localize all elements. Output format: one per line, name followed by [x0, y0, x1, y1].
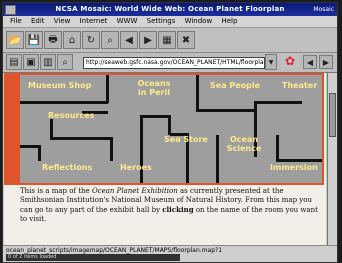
nav-back-icon[interactable]: ◀	[303, 55, 317, 69]
browser-window: NCSA Mosaic: World Wide Web: Ocean Plane…	[2, 2, 338, 263]
url-bar: ▤ ▣ ▥ ⌕ http://seaweb.gsfc.nasa.gov/OCEA…	[3, 53, 337, 73]
menu-help[interactable]: Help	[221, 17, 237, 25]
load-images-icon[interactable]: ▦	[158, 31, 176, 49]
url-dropdown-icon[interactable]: ▼	[265, 54, 277, 70]
wall	[50, 137, 112, 140]
status-bar: ocean_planet_scripts/imagemap/OCEAN_PLAN…	[3, 245, 337, 262]
menu-window[interactable]: Window	[185, 17, 213, 25]
floorplan-map[interactable]: Museum Shop Oceans in Peril Sea People T…	[18, 73, 324, 185]
wall	[20, 145, 40, 148]
room-oceans-in-peril[interactable]: Oceans in Peril	[134, 79, 174, 97]
title-bar: NCSA Mosaic: World Wide Web: Ocean Plane…	[3, 3, 337, 16]
wall	[20, 101, 108, 104]
bookmark-icon[interactable]: ▥	[40, 54, 56, 70]
vertical-scrollbar[interactable]	[327, 73, 337, 245]
wall	[276, 135, 279, 161]
save-doc-icon[interactable]: ▣	[23, 54, 39, 70]
map-description: This is a map of the Ocean Planet Exhibi…	[20, 187, 320, 224]
reload-icon[interactable]: ↻	[82, 31, 100, 49]
wall	[140, 115, 143, 183]
document-icon: ▤	[6, 54, 22, 70]
wall	[276, 159, 322, 162]
menu-bar: File Edit View Internet WWW Settings Win…	[3, 16, 337, 28]
wall	[106, 75, 109, 103]
room-theater[interactable]: Theater	[282, 81, 317, 90]
window-title: NCSA Mosaic: World Wide Web: Ocean Plane…	[55, 5, 285, 13]
menu-edit[interactable]: Edit	[31, 17, 45, 25]
wall	[50, 119, 53, 139]
room-sea-people[interactable]: Sea People	[210, 81, 260, 90]
menu-internet[interactable]: Internet	[80, 17, 108, 25]
menu-view[interactable]: View	[54, 17, 71, 25]
room-heroes[interactable]: Heroes	[120, 163, 152, 172]
menu-settings[interactable]: Settings	[147, 17, 176, 25]
room-immersion[interactable]: Immersion	[270, 163, 318, 172]
search-icon[interactable]: ⌕	[57, 54, 73, 70]
wall	[168, 115, 171, 135]
open-icon[interactable]: 📂	[6, 31, 24, 49]
room-museum-shop[interactable]: Museum Shop	[28, 81, 91, 90]
wall	[196, 109, 256, 112]
find-icon[interactable]: ⌕	[101, 31, 119, 49]
room-ocean-science[interactable]: Ocean Science	[224, 135, 264, 153]
wall	[256, 101, 302, 104]
map-frame-left	[4, 73, 18, 185]
window-title-right: Mosaic	[313, 6, 334, 13]
back-icon[interactable]: ◀	[120, 31, 138, 49]
menu-www[interactable]: WWW	[117, 17, 138, 25]
url-input[interactable]: http://seaweb.gsfc.nasa.gov/OCEAN_PLANET…	[83, 57, 265, 69]
status-progress: 0 of 2 items loaded	[6, 254, 180, 261]
wall	[110, 137, 113, 161]
description-prefix: This is a map of the	[20, 187, 92, 195]
wall	[140, 115, 170, 118]
scrollbar-thumb[interactable]	[329, 93, 336, 137]
home-icon[interactable]: ⌂	[63, 31, 81, 49]
document-view: Museum Shop Oceans in Peril Sea People T…	[4, 73, 326, 245]
click-word: clicking	[162, 205, 194, 214]
print-icon[interactable]: 🖶	[44, 31, 62, 49]
save-icon[interactable]: 💾	[25, 31, 43, 49]
mosaic-logo-icon: ✿	[281, 53, 299, 69]
toolbar: 📂 💾 🖶 ⌂ ↻ ⌕ ◀ ▶ ▦ ✖	[3, 28, 337, 53]
forward-icon[interactable]: ▶	[139, 31, 157, 49]
room-reflections[interactable]: Reflections	[42, 163, 92, 172]
nav-forward-icon[interactable]: ▶	[319, 55, 333, 69]
abort-icon[interactable]: ✖	[177, 31, 195, 49]
room-resources[interactable]: Resources	[48, 111, 94, 120]
room-sea-store[interactable]: Sea Store	[164, 135, 208, 144]
exhibit-name: Ocean Planet Exhibition	[91, 187, 178, 195]
wall	[38, 145, 41, 161]
wall	[216, 135, 219, 183]
wall	[196, 75, 199, 111]
menu-file[interactable]: File	[10, 17, 22, 25]
status-url: ocean_planet_scripts/imagemap/OCEAN_PLAN…	[6, 247, 223, 254]
